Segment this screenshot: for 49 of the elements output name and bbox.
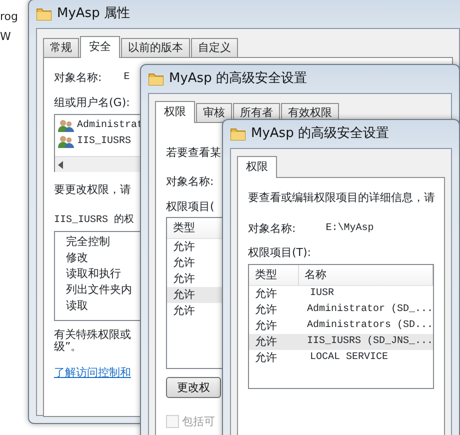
folder-icon — [148, 72, 164, 86]
permission-name: 完全控制 — [66, 234, 110, 250]
folder-icon — [36, 7, 52, 21]
folder-icon — [230, 127, 246, 141]
object-name-value: E — [124, 71, 130, 85]
scroll-left-icon[interactable] — [58, 160, 64, 168]
table-row[interactable]: 允许 Administrators (SD... — [249, 318, 433, 334]
desktop-label: rog — [0, 10, 19, 24]
list-item[interactable]: Administrat — [77, 118, 144, 134]
tab[interactable]: 权限 — [155, 101, 195, 123]
info-text: 级”。 — [54, 341, 82, 353]
tab[interactable]: 权限 — [237, 156, 277, 178]
checkbox-label: 包括可 — [182, 414, 215, 429]
column-header: 名称 — [298, 265, 433, 285]
users-icon — [58, 119, 74, 133]
instruction-text: 要查看或编辑权限项目的详细信息，请 — [248, 190, 435, 205]
permissions-label: IIS_IUSRS 的权 — [54, 213, 134, 228]
permission-name: 读取 — [66, 298, 88, 314]
table-row[interactable]: 允许 IUSR — [249, 286, 433, 302]
groups-label: 组或用户名(G): — [54, 95, 130, 110]
window-title: MyAsp 的高级安全设置 — [169, 70, 307, 88]
window-title: MyAsp 的高级安全设置 — [251, 125, 389, 144]
column-header: 类型 — [249, 265, 299, 285]
entries-label: 权限项目( — [166, 199, 214, 214]
permission-name: 读取和执行 — [66, 266, 121, 282]
object-name-label: 对象名称: — [166, 174, 214, 189]
table-row[interactable]: 允许 LOCAL SERVICE — [249, 350, 433, 366]
help-link[interactable]: 了解访问控制和 — [54, 365, 131, 382]
users-icon — [58, 135, 74, 149]
info-text: 有关特殊权限或 — [54, 329, 131, 341]
tab[interactable]: 自定义 — [191, 38, 238, 57]
object-name-label: 对象名称: — [248, 221, 296, 236]
instruction-text: 要更改权限，请 — [54, 182, 131, 197]
list-item[interactable]: IIS_IUSRS — [77, 134, 132, 150]
tab[interactable]: 常规 — [43, 38, 79, 57]
object-name-label: 对象名称: — [54, 70, 102, 85]
table-row[interactable]: 允许 Administrator (SD_... — [249, 302, 433, 318]
entries-label: 权限项目(T): — [248, 245, 312, 260]
desktop-label: W — [0, 30, 12, 44]
window-title: MyAsp 属性 — [57, 5, 130, 24]
permission-name: 修改 — [66, 250, 88, 266]
tab[interactable]: 审核 — [196, 103, 232, 122]
change-permissions-button[interactable]: 更改权 — [166, 377, 221, 398]
object-name-value: E:\MyAsp — [326, 222, 374, 236]
tab[interactable]: 安全 — [80, 36, 120, 58]
table-row[interactable]: 允许 IIS_IUSRS (SD_JNS_... — [249, 334, 433, 350]
instruction-text: 若要查看某 — [166, 145, 221, 160]
permission-name: 列出文件夹内 — [66, 282, 132, 298]
tab[interactable]: 以前的版本 — [121, 38, 190, 57]
